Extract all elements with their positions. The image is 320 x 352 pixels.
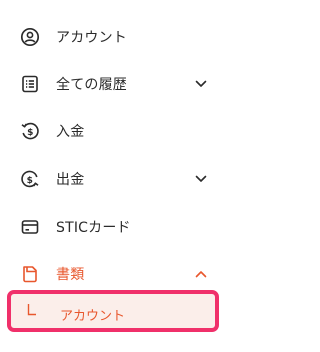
chevron-up-icon[interactable] [194,267,208,281]
card-icon [20,217,40,237]
menu-item-account[interactable]: アカウント [0,17,238,57]
chevron-down-icon[interactable] [194,172,208,186]
menu-item-account-label: アカウント [56,30,127,46]
chevron-down-icon[interactable] [194,77,208,91]
deposit-icon: $ [20,121,40,141]
list-icon [20,74,40,94]
user-circle-icon [20,27,40,47]
tree-branch-icon [27,302,37,316]
sidebar-menu: アカウント 全ての履歴 $ 入金 $ 出金 STICカード 書類 アカウント [0,0,238,352]
svg-text:$: $ [27,176,33,186]
menu-item-card[interactable]: STICカード [0,207,238,247]
menu-item-deposit-label: 入金 [56,124,85,140]
menu-item-history-label: 全ての履歴 [56,77,127,93]
svg-text:$: $ [27,128,33,138]
menu-item-documents-label: 書類 [56,267,85,283]
submenu-item-label: アカウント [60,309,126,324]
document-icon [20,264,40,284]
withdraw-icon: $ [20,169,40,189]
menu-item-withdraw[interactable]: $ 出金 [0,159,238,199]
menu-item-card-label: STICカード [56,220,131,236]
menu-item-documents[interactable]: 書類 [0,254,238,294]
menu-item-history[interactable]: 全ての履歴 [0,64,238,104]
menu-item-withdraw-label: 出金 [56,172,85,188]
menu-item-deposit[interactable]: $ 入金 [0,111,238,151]
submenu-item-documents-account[interactable]: アカウント [7,290,219,332]
